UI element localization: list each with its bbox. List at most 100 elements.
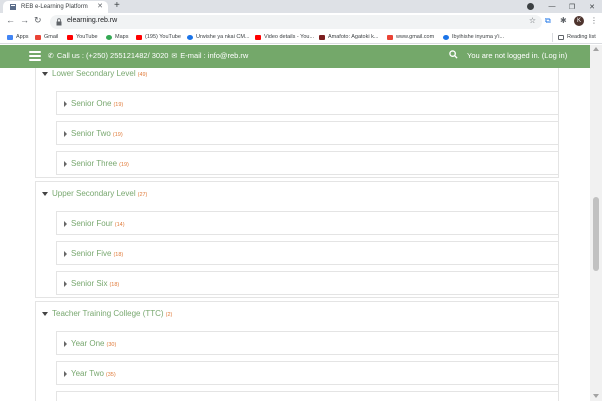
subcategory-header[interactable]: Senior Three (19): [64, 159, 129, 168]
reload-icon[interactable]: ↻: [34, 15, 42, 26]
subcategory-title: Year One: [71, 339, 105, 348]
category-title: Teacher Training College (TTC): [52, 309, 164, 318]
category-header[interactable]: Upper Secondary Level (27): [42, 189, 147, 198]
course-count: (19): [119, 161, 129, 168]
bookmark-www-gmail[interactable]: www.gmail.com: [387, 34, 434, 40]
gmail-icon: [387, 34, 393, 40]
bookmark-youtube[interactable]: YouTube: [67, 34, 98, 40]
gmail-icon: [35, 34, 41, 40]
login-status-link[interactable]: You are not logged in. (Log in): [467, 51, 567, 60]
subcategory-header[interactable]: Senior Four (14): [64, 219, 125, 228]
bookmark-video-details[interactable]: Video details - You...: [255, 34, 314, 40]
subcategory-title: Year Two: [71, 369, 104, 378]
bookmark-star-icon[interactable]: ☆: [529, 16, 536, 25]
category-header[interactable]: Lower Secondary Level (49): [42, 69, 147, 78]
avatar[interactable]: K: [574, 16, 584, 26]
subcategory-title: Senior Three: [71, 159, 118, 168]
subcategory-header[interactable]: Senior One (19): [64, 99, 123, 108]
expanded-caret-icon: [42, 311, 48, 316]
course-count: (19): [112, 131, 123, 138]
back-arrow-icon[interactable]: ←: [6, 15, 15, 25]
new-tab-button[interactable]: +: [114, 0, 120, 11]
subcategory-title: Senior Five: [71, 249, 112, 258]
tab-close-icon[interactable]: ✕: [97, 2, 103, 10]
course-count: (30): [106, 341, 117, 348]
course-count: (2): [165, 311, 173, 318]
page-favicon-icon: [10, 4, 16, 10]
bookmark-maps[interactable]: Maps: [106, 34, 128, 40]
collapsed-caret-icon: [64, 250, 67, 257]
minimize-icon[interactable]: —: [542, 3, 562, 10]
subcategory-header[interactable]: Senior Two (19): [64, 129, 123, 138]
profile-record-icon[interactable]: [527, 3, 534, 10]
forward-arrow-icon[interactable]: →: [20, 15, 29, 25]
subcategory-next[interactable]: [56, 391, 559, 401]
contact-email: E-mail : info@reb.rw: [180, 51, 249, 60]
collapsed-caret-icon: [64, 280, 67, 287]
subcategory-senior-five[interactable]: Senior Five (18): [56, 241, 559, 265]
globe-icon: [443, 34, 449, 40]
subcategory-senior-four[interactable]: Senior Four (14): [56, 211, 559, 235]
page-scrollbar[interactable]: [590, 45, 602, 401]
maps-pin-icon: [106, 34, 112, 40]
close-window-icon[interactable]: ✕: [582, 3, 602, 11]
course-count: (18): [109, 281, 120, 288]
subcategory-senior-one[interactable]: Senior One (19): [56, 91, 559, 115]
address-bar[interactable]: elearning.reb.rw ☆: [50, 15, 542, 29]
bookmark-amafoto[interactable]: Amafoto: Agatoki k...: [319, 34, 378, 40]
subcategory-header[interactable]: Senior Five (18): [64, 249, 123, 258]
collapsed-caret-icon: [64, 160, 67, 167]
subcategory-title: Senior Two: [71, 129, 111, 138]
restore-icon[interactable]: ❐: [562, 3, 582, 11]
globe-icon: [187, 34, 193, 40]
phone-icon: ✆: [48, 52, 54, 60]
course-categories: Lower Secondary Level (49) Senior One (1…: [0, 68, 590, 401]
course-count: (18): [113, 251, 124, 258]
collapsed-caret-icon: [64, 220, 67, 227]
window-controls: — ❐ ✕: [542, 0, 602, 13]
bookmark-youtube-195[interactable]: (195) YouTube: [136, 34, 181, 40]
subcategory-title: Senior Six: [71, 279, 108, 288]
subcategory-year-two[interactable]: Year Two (35): [56, 361, 559, 385]
youtube-icon: [67, 34, 73, 40]
scroll-up-arrow-icon[interactable]: [593, 47, 599, 51]
collapsed-caret-icon: [64, 130, 67, 137]
course-count: (14): [114, 221, 125, 228]
bookmark-gmail[interactable]: Gmail: [35, 34, 58, 40]
search-icon[interactable]: [449, 50, 458, 59]
subcategory-header[interactable]: Senior Six (18): [64, 279, 119, 288]
subcategory-senior-three[interactable]: Senior Three (19): [56, 151, 559, 175]
bookmark-apps[interactable]: Apps: [7, 34, 29, 40]
contact-info: ✆ Call us : (+250) 255121482/ 3020 ✉ E-m…: [48, 51, 248, 60]
photo-icon: [319, 34, 325, 40]
subcategory-senior-six[interactable]: Senior Six (18): [56, 271, 559, 295]
bookmark-urwishe[interactable]: Urwishe ya nkai CM...: [187, 34, 250, 40]
tab-title: REB e-Learning Platform: [21, 4, 88, 10]
scrollbar-thumb[interactable]: [593, 197, 599, 271]
browser-toolbar: ← → ↻ elearning.reb.rw ☆: [0, 13, 602, 31]
translate-extension-icon[interactable]: ⧉: [545, 16, 551, 26]
reading-list-button[interactable]: Reading list: [558, 34, 596, 40]
subcategory-title: Senior One: [71, 99, 112, 108]
course-count: (19): [113, 101, 124, 108]
collapsed-caret-icon: [64, 370, 67, 377]
browser-menu-icon[interactable]: ⋮: [590, 16, 598, 25]
subcategory-year-one[interactable]: Year One (30): [56, 331, 559, 355]
site-navbar: ✆ Call us : (+250) 255121482/ 3020 ✉ E-m…: [0, 45, 590, 68]
category-header[interactable]: Teacher Training College (TTC) (2): [42, 309, 172, 318]
bookmark-ibyihishe[interactable]: Ibyihishe inyuma y'i...: [443, 34, 504, 40]
scroll-down-arrow-icon[interactable]: [593, 394, 599, 398]
subcategory-header[interactable]: Year One (30): [64, 339, 116, 348]
envelope-icon: ✉: [171, 52, 178, 60]
browser-tab[interactable]: REB e-Learning Platform ✕: [3, 1, 108, 13]
hamburger-menu-icon[interactable]: [29, 51, 41, 61]
expanded-caret-icon: [42, 191, 48, 196]
lock-icon: [56, 18, 62, 26]
category-title: Upper Secondary Level: [52, 189, 136, 198]
subcategory-header[interactable]: Year Two (35): [64, 369, 116, 378]
course-count: (35): [105, 371, 116, 378]
bookmarks-bar: Apps Gmail YouTube Maps (195) YouTube Ur…: [0, 31, 602, 44]
course-count: (49): [137, 71, 148, 78]
extensions-puzzle-icon[interactable]: ✱: [560, 16, 567, 25]
subcategory-senior-two[interactable]: Senior Two (19): [56, 121, 559, 145]
